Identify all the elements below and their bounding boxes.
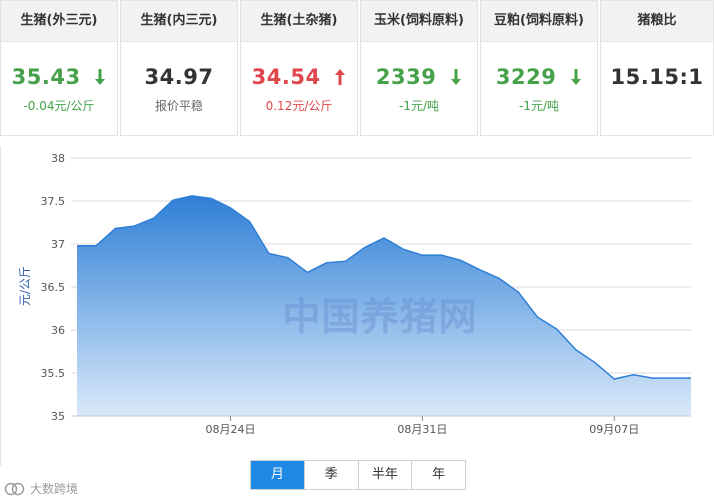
card-title: 玉米(饲料原料) <box>361 1 477 42</box>
data-point[interactable] <box>516 290 520 294</box>
data-point[interactable] <box>75 244 79 248</box>
logo-text: 大数跨境 <box>30 482 79 496</box>
data-point[interactable] <box>363 245 367 249</box>
data-point[interactable] <box>305 270 309 274</box>
data-point[interactable] <box>229 206 233 210</box>
y-tick-label: 37 <box>51 238 65 251</box>
data-point[interactable] <box>401 247 405 251</box>
data-point[interactable] <box>209 196 213 200</box>
data-point[interactable] <box>133 224 137 228</box>
data-point[interactable] <box>440 253 444 257</box>
data-point[interactable] <box>267 251 271 255</box>
data-point[interactable] <box>478 268 482 272</box>
source-logo: 大数跨境 <box>4 480 78 497</box>
y-axis-label: 元/公斤 <box>18 266 32 306</box>
tab-year[interactable]: 年 <box>412 461 465 489</box>
x-tick-label: 09月07日 <box>589 423 639 436</box>
card-title: 豆粕(饲料原料) <box>481 1 597 42</box>
x-tick-label: 08月24日 <box>206 423 256 436</box>
data-point[interactable] <box>344 259 348 263</box>
data-point[interactable] <box>593 361 597 365</box>
card-value: 2339 <box>375 65 437 89</box>
card-value-wrap: 34.54 <box>241 64 357 89</box>
card-corn[interactable]: 玉米(饲料原料) 2339 -1元/吨 <box>360 0 478 136</box>
card-value: 34.54 <box>251 65 321 89</box>
card-title: 生猪(土杂猪) <box>241 1 357 42</box>
card-value-wrap: 35.43 <box>1 64 117 89</box>
card-value: 3229 <box>495 65 557 89</box>
card-value: 15.15:1 <box>610 65 704 89</box>
x-tick-label: 08月31日 <box>397 423 447 436</box>
data-point[interactable] <box>536 315 540 319</box>
card-title: 生猪(外三元) <box>1 1 117 42</box>
data-point[interactable] <box>382 236 386 240</box>
y-tick-label: 36.5 <box>41 281 66 294</box>
tab-quarter[interactable]: 季 <box>304 461 359 489</box>
card-value-wrap: 34.97 <box>121 64 237 89</box>
tab-half-year[interactable]: 半年 <box>358 461 413 489</box>
data-point[interactable] <box>631 373 635 377</box>
data-point[interactable] <box>497 276 501 280</box>
card-pig-waisanyuan[interactable]: 生猪(外三元) 35.43 -0.04元/公斤 <box>0 0 118 136</box>
data-point[interactable] <box>689 376 693 380</box>
data-point[interactable] <box>171 198 175 202</box>
data-point[interactable] <box>94 244 98 248</box>
data-point[interactable] <box>286 256 290 260</box>
data-point[interactable] <box>324 261 328 265</box>
down-arrow-icon <box>571 69 582 85</box>
down-arrow-icon <box>95 69 106 85</box>
data-point[interactable] <box>152 216 156 220</box>
y-tick-label: 35 <box>51 410 65 423</box>
card-value-wrap: 3229 <box>481 64 597 89</box>
logo-icon <box>4 482 25 495</box>
y-tick-label: 35.5 <box>41 367 66 380</box>
card-change: -0.04元/公斤 <box>23 99 95 113</box>
y-tick-label: 37.5 <box>41 195 66 208</box>
data-point[interactable] <box>190 194 194 198</box>
data-point[interactable] <box>670 376 674 380</box>
data-point[interactable] <box>420 253 424 257</box>
y-tick-label: 36 <box>51 324 65 337</box>
data-point[interactable] <box>113 227 117 231</box>
card-value-wrap: 2339 <box>361 64 477 89</box>
card-pig-grain-ratio[interactable]: 猪粮比 15.15:1 <box>600 0 714 136</box>
card-change: -1元/吨 <box>518 99 559 113</box>
card-title: 生猪(内三元) <box>121 1 237 42</box>
data-point[interactable] <box>612 377 616 381</box>
watermark-text: 中国养猪网 <box>282 295 478 339</box>
up-arrow-icon <box>335 69 346 85</box>
card-change: 报价平稳 <box>154 99 203 113</box>
card-value: 34.97 <box>144 65 214 89</box>
data-point[interactable] <box>651 376 655 380</box>
card-change: 0.12元/公斤 <box>265 99 333 113</box>
y-tick-label: 38 <box>51 152 65 165</box>
price-cards: 生猪(外三元) 35.43 -0.04元/公斤 生猪(内三元) 34.97 报价… <box>0 0 714 150</box>
data-point[interactable] <box>248 220 252 224</box>
range-tabs: 月 季 半年 年 <box>250 460 466 490</box>
card-soybean-meal[interactable]: 豆粕(饲料原料) 3229 -1元/吨 <box>480 0 598 136</box>
data-point[interactable] <box>459 258 463 262</box>
card-change: -1元/吨 <box>398 99 439 113</box>
card-value: 35.43 <box>11 65 81 89</box>
card-pig-tuzazhu[interactable]: 生猪(土杂猪) 34.54 0.12元/公斤 <box>240 0 358 136</box>
down-arrow-icon <box>451 69 462 85</box>
card-pig-neisanyuan[interactable]: 生猪(内三元) 34.97 报价平稳 <box>120 0 238 136</box>
card-title: 猪粮比 <box>601 1 713 42</box>
tab-month[interactable]: 月 <box>251 461 305 489</box>
data-point[interactable] <box>555 327 559 331</box>
card-value-wrap: 15.15:1 <box>601 64 713 89</box>
data-point[interactable] <box>574 348 578 352</box>
